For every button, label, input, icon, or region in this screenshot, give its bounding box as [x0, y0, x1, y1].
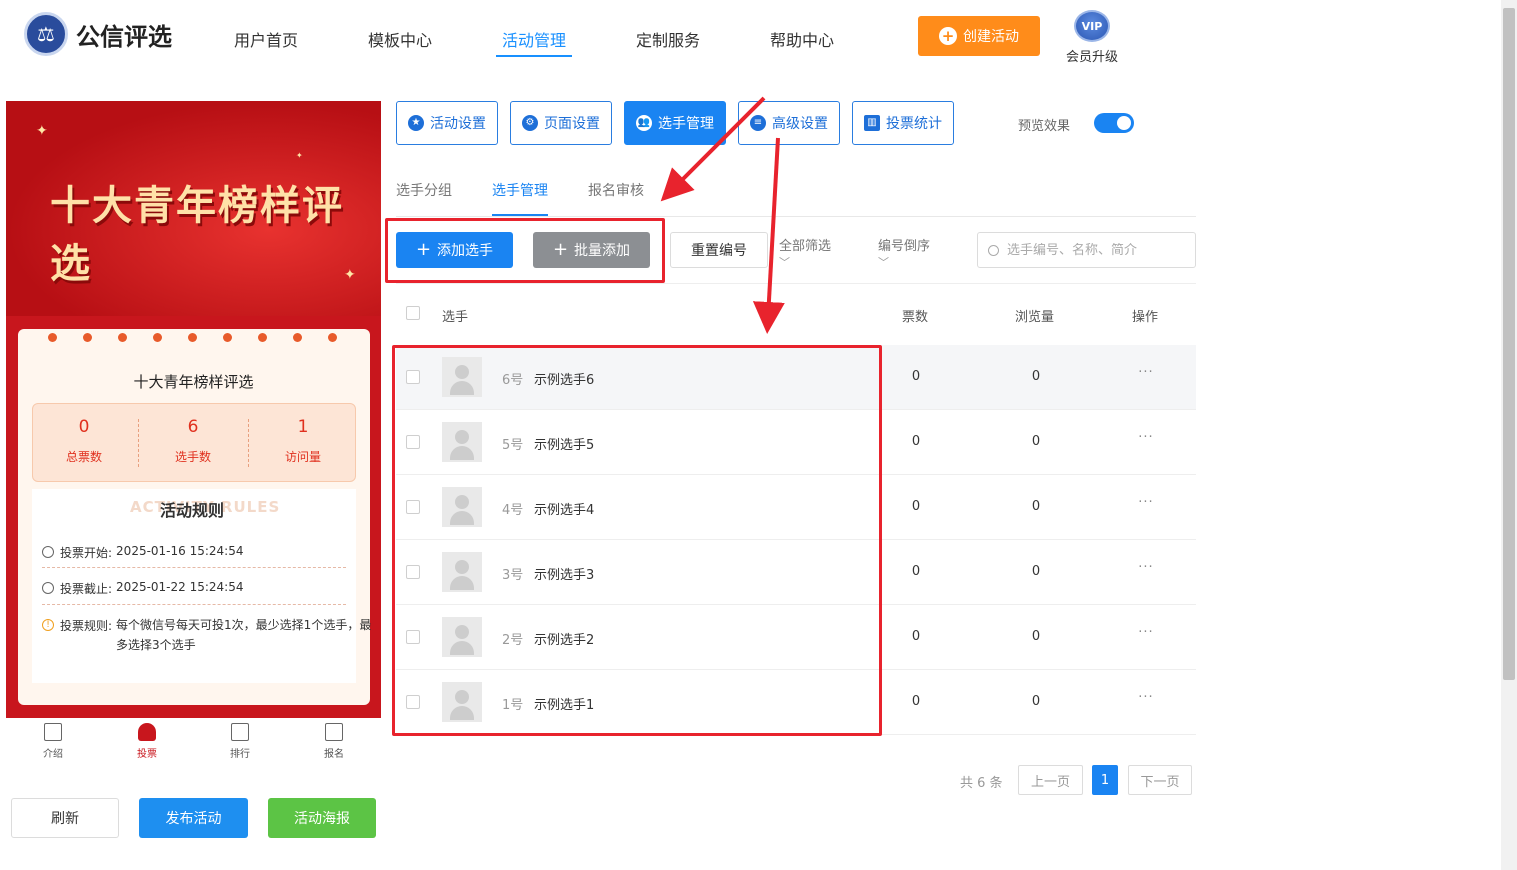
annotation-arrow — [660, 96, 766, 202]
annotation-arrow — [752, 137, 785, 334]
annotation-arrows — [660, 96, 785, 334]
scrollbar-thumb[interactable] — [1503, 8, 1515, 680]
